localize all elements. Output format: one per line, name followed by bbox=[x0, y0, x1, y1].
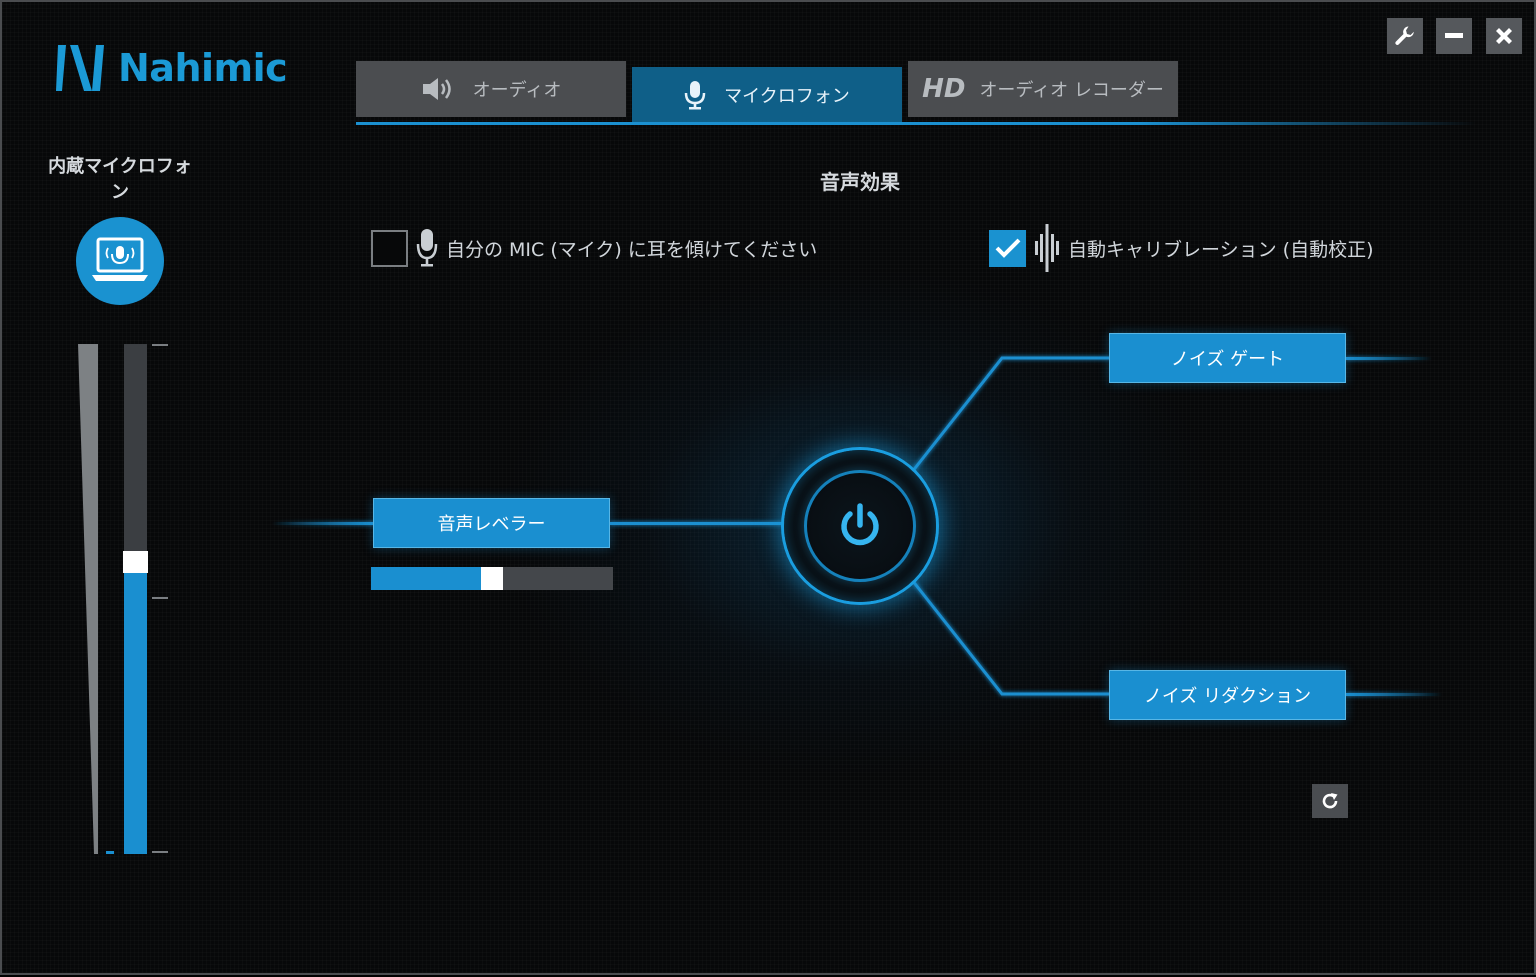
auto-calibration-checkbox[interactable] bbox=[989, 229, 1026, 267]
nahimic-logo-mark bbox=[56, 45, 104, 91]
noise-gate-button[interactable]: ノイズ ゲート bbox=[1109, 333, 1346, 383]
meter-indicator bbox=[106, 851, 114, 854]
voice-leveler-thumb[interactable] bbox=[481, 567, 503, 590]
tab-microphone-label: マイクロフォン bbox=[724, 86, 850, 107]
laptop-microphone-icon[interactable] bbox=[76, 217, 164, 305]
effect-connectors bbox=[272, 356, 1442, 696]
waveform-icon bbox=[1034, 224, 1060, 272]
nahimic-window: Nahimic オーディオ マイクロフォン HD オーディオ レコーダー 内蔵マ… bbox=[0, 0, 1536, 975]
refresh-icon bbox=[1322, 793, 1338, 809]
microphone-icon bbox=[684, 80, 706, 110]
close-icon[interactable] bbox=[1486, 18, 1522, 54]
voice-leveler-slider[interactable] bbox=[371, 567, 613, 590]
nahimic-logo: Nahimic bbox=[56, 42, 288, 94]
tab-hd-recorder-label: オーディオ レコーダー bbox=[979, 80, 1164, 101]
voice-leveler-label: 音声レベラー bbox=[437, 514, 546, 535]
noise-gate-label: ノイズ ゲート bbox=[1170, 349, 1285, 370]
section-title: 音声効果 bbox=[820, 170, 900, 194]
volume-tick bbox=[152, 344, 168, 346]
auto-calibration-option: 自動キャリブレーション (自動校正) bbox=[989, 224, 1374, 272]
voice-leveler-button[interactable]: 音声レベラー bbox=[373, 498, 610, 548]
auto-calibration-label: 自動キャリブレーション (自動校正) bbox=[1068, 238, 1374, 261]
speaker-icon bbox=[421, 76, 455, 102]
noise-reduction-label: ノイズ リダクション bbox=[1143, 686, 1312, 707]
listen-mic-label: 自分の MIC (マイク) に耳を傾けてください bbox=[446, 238, 818, 261]
tab-audio[interactable]: オーディオ bbox=[356, 61, 626, 117]
wrench-icon[interactable] bbox=[1387, 18, 1423, 54]
input-volume-slider[interactable] bbox=[123, 344, 148, 854]
input-volume-handle[interactable] bbox=[123, 551, 148, 573]
brand-name: Nahimic bbox=[118, 46, 288, 90]
input-volume-fill bbox=[124, 573, 147, 854]
device-name: 内蔵マイクロフォン bbox=[48, 156, 192, 203]
microphone-icon bbox=[416, 228, 438, 268]
minimize-icon[interactable] bbox=[1436, 18, 1472, 54]
reset-button[interactable] bbox=[1312, 784, 1348, 818]
noise-reduction-button[interactable]: ノイズ リダクション bbox=[1109, 670, 1346, 720]
power-button-inner bbox=[804, 470, 916, 582]
tab-hd-recorder[interactable]: HD オーディオ レコーダー bbox=[908, 61, 1178, 117]
checkmark-icon bbox=[995, 238, 1020, 258]
listen-mic-option: 自分の MIC (マイク) に耳を傾けてください bbox=[371, 228, 817, 268]
tab-audio-label: オーディオ bbox=[472, 80, 562, 101]
tab-underline bbox=[356, 122, 1476, 125]
volume-wedge bbox=[78, 344, 98, 854]
volume-tick bbox=[152, 851, 168, 853]
volume-tick bbox=[152, 597, 168, 599]
tab-microphone[interactable]: マイクロフォン bbox=[632, 67, 902, 123]
hd-mark: HD bbox=[922, 74, 966, 104]
power-icon bbox=[841, 503, 879, 546]
power-button[interactable] bbox=[784, 450, 936, 602]
listen-mic-checkbox[interactable] bbox=[371, 229, 408, 267]
voice-leveler-fill bbox=[371, 567, 481, 590]
